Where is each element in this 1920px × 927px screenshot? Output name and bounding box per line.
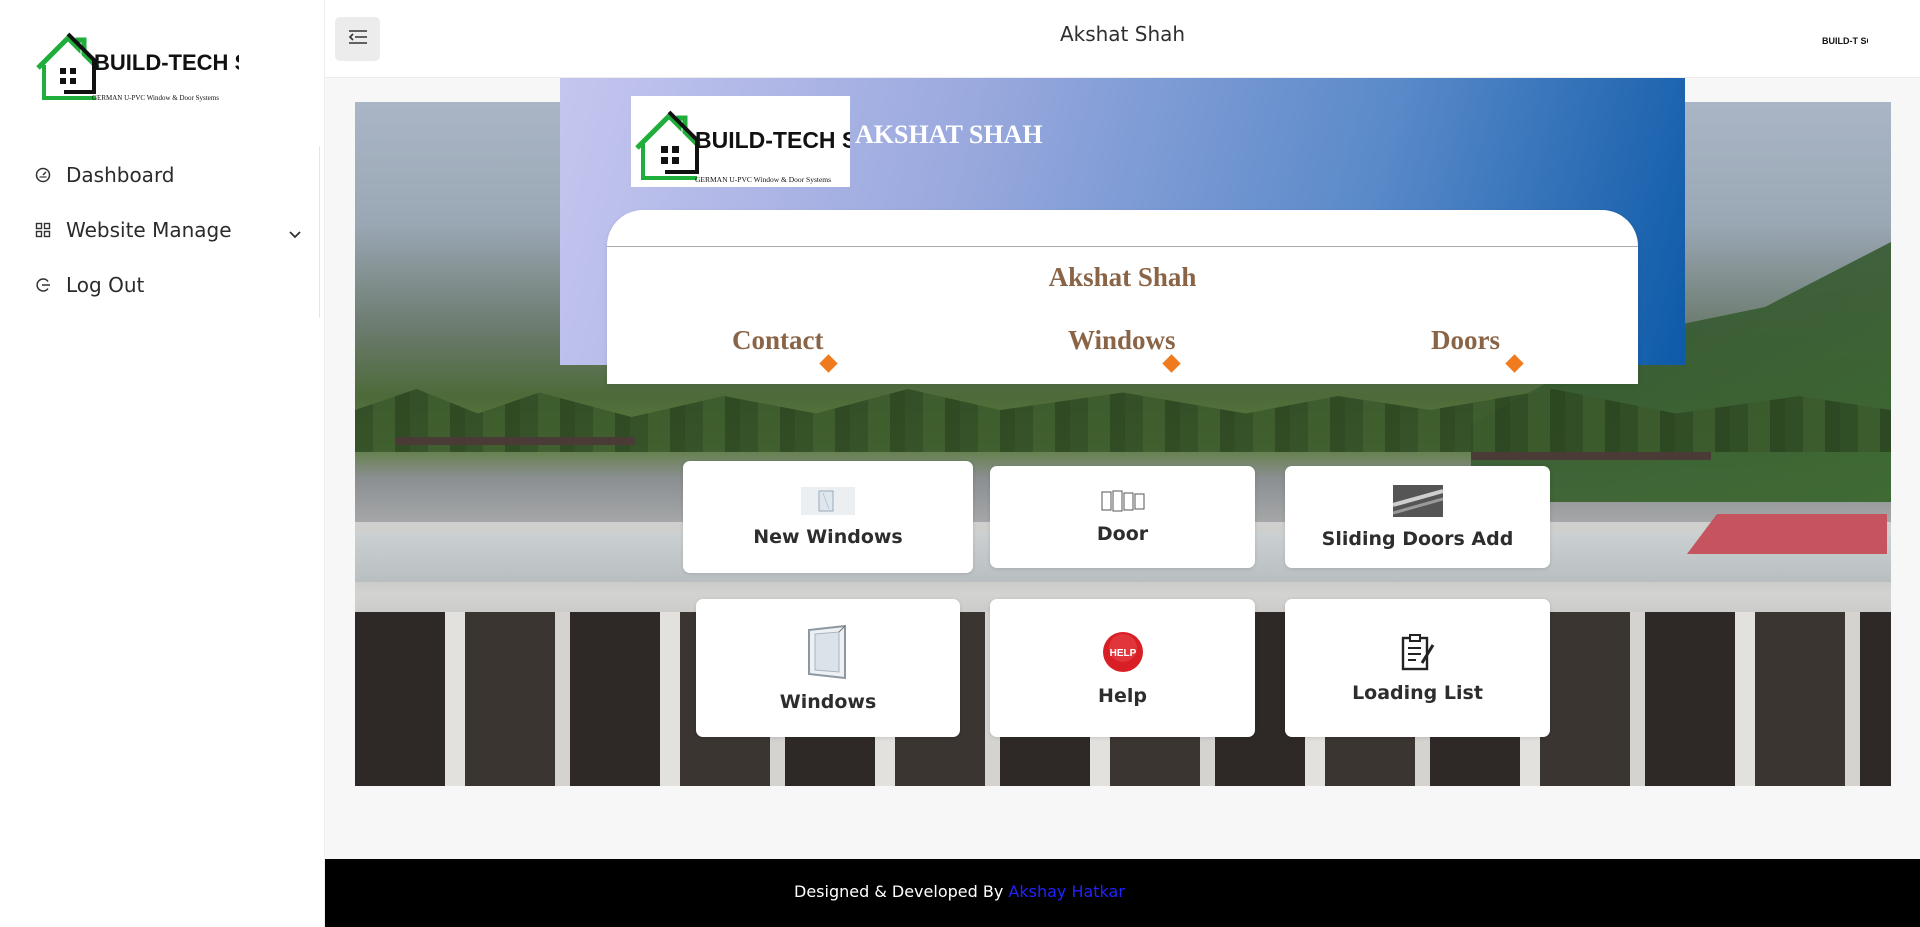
tile-label: Sliding Doors Add [1321,527,1514,550]
footer: Designed & Developed By Akshay Hatkar [325,859,1920,927]
logo-line1: BUILD-TECH SOLUTIONS [94,50,239,75]
grid-icon [34,221,52,239]
tile-label: Door [1096,522,1149,545]
tile-door[interactable]: Door [990,466,1255,568]
help-badge-text: HELP [1109,648,1136,659]
sliding-door-photo-icon [1391,484,1444,522]
window-frame-icon [805,624,851,685]
tile-label: Loading List [1352,681,1483,704]
sidebar-item-label: Dashboard [66,163,175,187]
windows-link[interactable]: Windows [1068,325,1176,356]
avatar-text: BUILD-T SOLUT [1822,36,1868,46]
page-title: Akshat Shah [1059,22,1186,46]
sidebar-item-dashboard[interactable]: Dashboard [34,160,304,190]
sidebar-nav: Dashboard Website Manage Log Out [34,160,304,325]
tile-new-windows[interactable]: New Windows [683,461,973,573]
sidebar: BUILD-TECH SOLUTIONS GERMAN U-PVC Window… [0,0,363,927]
tile-sliding-doors-add[interactable]: Sliding Doors Add [1285,466,1550,568]
window-glass-icon [801,486,855,520]
tile-help[interactable]: HELP Help [990,599,1255,737]
photo-pergola [395,437,635,445]
logo-line1: BUILD-TECH SOLUTIONS [695,127,850,153]
tile-loading-list[interactable]: Loading List [1285,599,1550,737]
tile-windows[interactable]: Windows [696,599,960,737]
card-divider [607,246,1638,247]
tile-label: New Windows [753,525,903,548]
diamond-marker-icon [819,354,838,373]
sidebar-divider [319,146,320,318]
person-name: Akshat Shah [1048,262,1197,292]
author-link[interactable]: Akshay Hatkar [1008,882,1125,901]
footer-credit-prefix: Designed & Developed By [794,882,1004,901]
contact-link[interactable]: Contact [732,325,823,356]
door-frames-icon [1101,490,1145,517]
help-badge-icon: HELP [1101,630,1145,679]
sidebar-item-label: Log Out [66,273,145,297]
brand-logo[interactable]: BUILD-TECH SOLUTIONS GERMAN U-PVC Window… [34,20,363,105]
logo-tagline: GERMAN U-PVC Window & Door Systems [695,175,831,184]
photo-pergola [1471,452,1711,460]
top-bar: Akshat Shah BUILD-T SOLUT [325,0,1920,78]
doors-link[interactable]: Doors [1431,325,1500,356]
clipboard-icon [1400,633,1436,676]
gauge-icon [34,166,52,184]
sidebar-item-label: Website Manage [66,218,232,242]
logo-tagline: GERMAN U-PVC Window & Door Systems [92,94,219,102]
logout-icon [34,276,52,294]
diamond-marker-icon [1162,354,1181,373]
photo-red-roof [1687,514,1887,554]
avatar[interactable]: BUILD-T SOLUT [1822,32,1891,60]
chevron-down-icon[interactable] [288,223,302,239]
tile-label: Help [1098,684,1147,707]
sidebar-item-logout[interactable]: Log Out [34,270,304,300]
banner-name: AKSHAT SHAH [855,120,1043,149]
diamond-marker-icon [1505,354,1524,373]
footer-credit: Designed & Developed By Akshay Hatkar [794,882,1125,901]
profile-card: Akshat Shah Contact Windows Doors [607,210,1638,384]
tile-label: Windows [779,690,877,713]
sidebar-item-website-manage[interactable]: Website Manage [34,215,304,245]
profile-logo: BUILD-TECH SOLUTIONS GERMAN U-PVC Window… [631,96,976,187]
